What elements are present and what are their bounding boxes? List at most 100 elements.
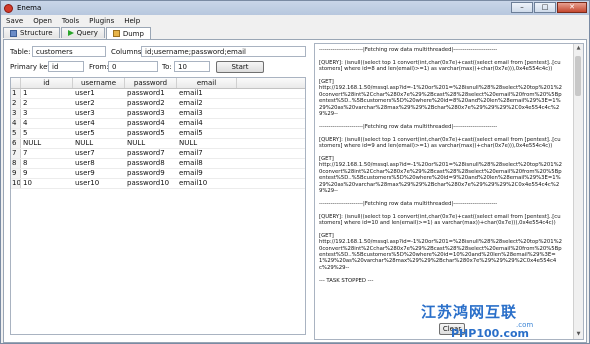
row-number: 7: [11, 149, 21, 158]
menu-tools[interactable]: Tools: [57, 17, 84, 25]
cell-email: NULL: [179, 139, 198, 147]
row-number: 2: [11, 99, 21, 108]
tab-query[interactable]: Query: [60, 27, 105, 38]
table-input[interactable]: customers: [32, 46, 106, 57]
cell-password: password1: [127, 89, 165, 97]
close-button[interactable]: ✕: [557, 2, 587, 13]
cell-password: password8: [127, 159, 165, 167]
cell-email: email9: [179, 169, 203, 177]
cell-username: user7: [75, 149, 95, 157]
table-row[interactable]: 1 1 user1 password1 email1: [11, 89, 305, 99]
cell-username: user2: [75, 99, 95, 107]
cell-id: NULL: [23, 139, 42, 147]
col-header-username[interactable]: username: [73, 78, 125, 88]
minimize-button[interactable]: –: [511, 2, 533, 13]
row-number: 1: [11, 89, 21, 98]
table-row[interactable]: 6 NULL NULL NULL NULL: [11, 139, 305, 149]
tab-structure-label: Structure: [20, 29, 53, 37]
to-label: To:: [162, 63, 172, 71]
menu-help[interactable]: Help: [119, 17, 145, 25]
to-input[interactable]: 10: [174, 61, 210, 72]
row-number: 6: [11, 139, 21, 148]
cell-id: 3: [23, 109, 28, 117]
cell-id: 7: [23, 149, 28, 157]
start-button[interactable]: Start: [216, 61, 264, 73]
col-header-email[interactable]: email: [177, 78, 237, 88]
cell-password: password9: [127, 169, 165, 177]
title-bar[interactable]: Enema – □ ✕: [1, 1, 589, 15]
app-window: Enema – □ ✕ Save Open Tools Plugins Help…: [0, 0, 590, 344]
table-row[interactable]: 4 4 user4 password4 email4: [11, 119, 305, 129]
cell-username: NULL: [75, 139, 94, 147]
row-number: 9: [11, 169, 21, 178]
row-number: 10: [11, 179, 21, 188]
scroll-thumb[interactable]: [575, 56, 581, 96]
cell-password: password2: [127, 99, 165, 107]
table-row[interactable]: 5 5 user5 password5 email5: [11, 129, 305, 139]
tab-dump-label: Dump: [122, 29, 144, 38]
primary-key-label: Primary key:: [10, 63, 54, 71]
app-icon: [4, 3, 13, 13]
cell-password: NULL: [127, 139, 146, 147]
cell-id: 8: [23, 159, 28, 167]
row-number: 3: [11, 109, 21, 118]
cell-email: email2: [179, 99, 203, 107]
cell-username: user1: [75, 89, 95, 97]
watermark-logo: 江苏鸿网互联 .com PHP100.com: [421, 301, 581, 341]
table-row[interactable]: 9 9 user9 password9 email9: [11, 169, 305, 179]
dump-icon: [112, 30, 120, 37]
cell-email: email5: [179, 129, 203, 137]
table-row[interactable]: 7 7 user7 password7 email7: [11, 149, 305, 159]
cell-email: email8: [179, 159, 203, 167]
menu-save[interactable]: Save: [1, 17, 28, 25]
cell-email: email7: [179, 149, 203, 157]
cell-id: 5: [23, 129, 28, 137]
table-row[interactable]: 3 3 user3 password3 email3: [11, 109, 305, 119]
cell-id: 9: [23, 169, 28, 177]
tab-query-label: Query: [76, 29, 98, 37]
watermark-text: 江苏鸿网互联: [421, 303, 518, 321]
primary-key-input[interactable]: id: [48, 61, 84, 72]
table-row[interactable]: 10 10 user10 password10 email10: [11, 179, 305, 189]
row-number: 4: [11, 119, 21, 128]
cell-username: user10: [75, 179, 100, 187]
tab-dump[interactable]: Dump: [105, 27, 151, 39]
cell-id: 1: [23, 89, 28, 97]
cell-id: 10: [23, 179, 32, 187]
cell-username: user5: [75, 129, 95, 137]
row-number: 5: [11, 129, 21, 138]
cell-username: user9: [75, 169, 95, 177]
menu-open[interactable]: Open: [28, 17, 57, 25]
columns-label: Columns:: [111, 48, 144, 56]
cell-email: email4: [179, 119, 203, 127]
log-scrollbar[interactable]: ▲ ▼: [573, 44, 583, 339]
watermark-latin: PHP100.com: [451, 327, 530, 340]
table-row[interactable]: 8 8 user8 password8 email8: [11, 159, 305, 169]
log-text: -----------------------|Fetching row dat…: [319, 47, 563, 284]
grid-corner: [11, 78, 21, 88]
col-header-id[interactable]: id: [21, 78, 73, 88]
cell-email: email1: [179, 89, 203, 97]
col-header-password[interactable]: password: [125, 78, 177, 88]
maximize-button[interactable]: □: [534, 2, 556, 13]
cell-password: password10: [127, 179, 170, 187]
cell-username: user3: [75, 109, 95, 117]
cell-password: password4: [127, 119, 165, 127]
cell-email: email3: [179, 109, 203, 117]
from-input[interactable]: 0: [108, 61, 158, 72]
log-output[interactable]: -----------------------|Fetching row dat…: [314, 43, 584, 340]
menu-plugins[interactable]: Plugins: [84, 17, 119, 25]
window-controls: – □ ✕: [511, 2, 587, 13]
scroll-up-icon[interactable]: ▲: [574, 44, 583, 53]
table-row[interactable]: 2 2 user2 password2 email2: [11, 99, 305, 109]
window-title: Enema: [17, 4, 42, 12]
cell-password: password3: [127, 109, 165, 117]
from-label: From:: [89, 63, 109, 71]
columns-input[interactable]: id;username;password;email: [141, 46, 306, 57]
grid-header: id username password email: [11, 78, 305, 89]
tab-structure[interactable]: Structure: [3, 27, 60, 38]
cell-username: user4: [75, 119, 95, 127]
play-icon: [67, 30, 74, 36]
cell-id: 2: [23, 99, 28, 107]
menu-bar: Save Open Tools Plugins Help: [1, 15, 589, 26]
